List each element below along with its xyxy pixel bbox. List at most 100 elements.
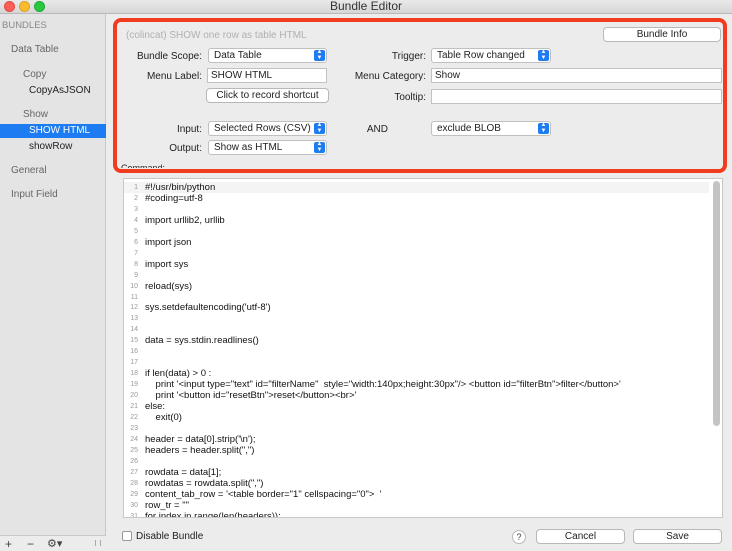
line-number: 29 <box>130 490 138 498</box>
line-number: 30 <box>130 501 138 509</box>
code-text: import sys <box>145 258 189 270</box>
code-line[interactable]: 7 <box>124 248 709 259</box>
line-number: 3 <box>134 205 138 213</box>
code-line[interactable]: 8 import sys <box>124 259 709 270</box>
code-line[interactable]: 9 <box>124 270 709 281</box>
line-number: 9 <box>134 271 138 279</box>
code-line[interactable]: 13 <box>124 313 709 324</box>
code-text: content_tab_row = '<table border="1" cel… <box>145 488 382 500</box>
disable-bundle-checkbox[interactable] <box>122 531 132 541</box>
gear-icon[interactable]: ⚙▾ <box>47 538 62 550</box>
line-number: 14 <box>130 326 138 334</box>
add-bundle-button[interactable]: + <box>5 538 12 550</box>
disable-bundle-label: Disable Bundle <box>136 531 204 542</box>
command-code-editor[interactable]: 1 #!/usr/bin/python 2 #coding=utf-8 3 4 import… <box>123 178 723 518</box>
code-line[interactable]: 5 <box>124 226 709 237</box>
sidebar-footer: + − ⚙▾ <box>0 535 106 551</box>
line-number: 8 <box>134 260 138 268</box>
code-text: import json <box>145 236 192 248</box>
code-line[interactable]: 14 <box>124 324 709 335</box>
code-line[interactable]: 20 print '<button id="resetBtn">reset</b… <box>124 390 709 401</box>
line-number: 28 <box>130 479 138 487</box>
highlight-annotation <box>113 18 727 173</box>
sidebar-item-input-field[interactable]: Input Field <box>0 188 106 202</box>
code-line[interactable]: 22 exit(0) <box>124 412 709 423</box>
line-number: 27 <box>130 468 138 476</box>
code-text: exit(0) <box>145 411 182 423</box>
code-line[interactable]: 4 import urllib2, urllib <box>124 215 709 226</box>
line-number: 7 <box>134 249 138 257</box>
code-line[interactable]: 2 #coding=utf-8 <box>124 193 709 204</box>
code-line[interactable]: 18 if len(data) > 0 : <box>124 368 709 379</box>
line-number: 25 <box>130 446 138 454</box>
code-line[interactable]: 30 row_tr = "" <box>124 500 709 511</box>
code-line[interactable]: 27 rowdata = data[1]; <box>124 467 709 478</box>
line-number: 21 <box>130 403 138 410</box>
sidebar-item-copyasjson[interactable]: CopyAsJSON <box>0 84 106 98</box>
code-text: print '<input type="text" id="filterName… <box>145 379 621 391</box>
code-line[interactable]: 11 <box>124 292 709 303</box>
code-line[interactable]: 26 <box>124 456 709 467</box>
line-number: 19 <box>130 381 138 389</box>
code-text: #!/usr/bin/python <box>145 182 216 193</box>
line-number: 2 <box>134 194 138 202</box>
line-number: 22 <box>130 413 138 421</box>
line-number: 5 <box>134 227 138 235</box>
code-line[interactable]: 24 header = data[0].strip('\n'); <box>124 434 709 445</box>
code-text: row_tr = "" <box>145 499 189 511</box>
code-text: rowdata = data[1]; <box>145 466 222 478</box>
code-line[interactable]: 23 <box>124 423 709 434</box>
window-title: Bundle Editor <box>329 0 403 13</box>
code-text: for index in range(len(headers)): <box>145 510 281 518</box>
editor-scrollbar[interactable] <box>713 181 720 426</box>
code-line[interactable]: 28 rowdatas = rowdata.split(",") <box>124 478 709 489</box>
code-line[interactable]: 15 data = sys.stdin.readlines() <box>124 335 709 346</box>
line-number: 13 <box>130 315 138 323</box>
sidebar-header: BUNDLES <box>2 20 47 31</box>
line-number: 11 <box>130 293 138 301</box>
code-line[interactable]: 1 #!/usr/bin/python <box>124 182 709 193</box>
line-number: 24 <box>130 435 138 443</box>
line-number: 15 <box>130 337 138 345</box>
code-text: if len(data) > 0 : <box>145 368 212 380</box>
code-text: #coding=utf-8 <box>145 192 203 204</box>
line-number: 1 <box>134 184 138 191</box>
line-number: 10 <box>130 282 138 290</box>
code-text: rowdatas = rowdata.split(",") <box>145 477 264 489</box>
code-line[interactable]: 31 for index in range(len(headers)): <box>124 510 709 518</box>
code-line[interactable]: 6 import json <box>124 237 709 248</box>
help-button[interactable]: ? <box>512 530 526 544</box>
sidebar-item-copy[interactable]: Copy <box>0 68 106 82</box>
code-text: header = data[0].strip('\n'); <box>145 433 256 445</box>
remove-bundle-button[interactable]: − <box>27 538 34 550</box>
cancel-button[interactable]: Cancel <box>536 529 625 544</box>
bundles-sidebar: BUNDLES Data Table Copy CopyAsJSON Show … <box>0 14 106 551</box>
sidebar-item-data-table[interactable]: Data Table <box>0 43 106 57</box>
code-line[interactable]: 29 content_tab_row = '<table border="1" c… <box>124 489 709 500</box>
sidebar-item-show[interactable]: Show <box>0 108 106 122</box>
code-line[interactable]: 21 else: <box>124 401 709 412</box>
code-line[interactable]: 16 <box>124 346 709 357</box>
code-text: reload(sys) <box>145 280 192 292</box>
save-button[interactable]: Save <box>633 529 722 544</box>
line-number: 26 <box>130 457 138 465</box>
code-line[interactable]: 17 <box>124 357 709 368</box>
code-line[interactable]: 19 print '<input type="text" id="filterN… <box>124 379 709 390</box>
sidebar-item-show-html[interactable]: SHOW HTML <box>0 124 106 138</box>
line-number: 16 <box>130 348 138 356</box>
code-text: print '<button id="resetBtn">reset</butt… <box>145 390 357 402</box>
sidebar-item-general[interactable]: General <box>0 164 106 178</box>
line-number: 18 <box>130 370 138 378</box>
code-text: headers = header.split(",") <box>145 444 255 456</box>
code-text: data = sys.stdin.readlines() <box>145 335 259 347</box>
line-number: 4 <box>134 216 138 224</box>
code-line[interactable]: 12 sys.setdefaultencoding('utf-8') <box>124 302 709 313</box>
resize-handle[interactable] <box>95 540 101 546</box>
code-line[interactable]: 3 <box>124 204 709 215</box>
code-line[interactable]: 25 headers = header.split(",") <box>124 445 709 456</box>
code-text: else: <box>145 401 166 412</box>
code-line[interactable]: 10 reload(sys) <box>124 281 709 292</box>
line-number: 31 <box>130 512 138 518</box>
code-text: import urllib2, urllib <box>145 214 225 226</box>
sidebar-item-showrow[interactable]: showRow <box>0 140 106 154</box>
